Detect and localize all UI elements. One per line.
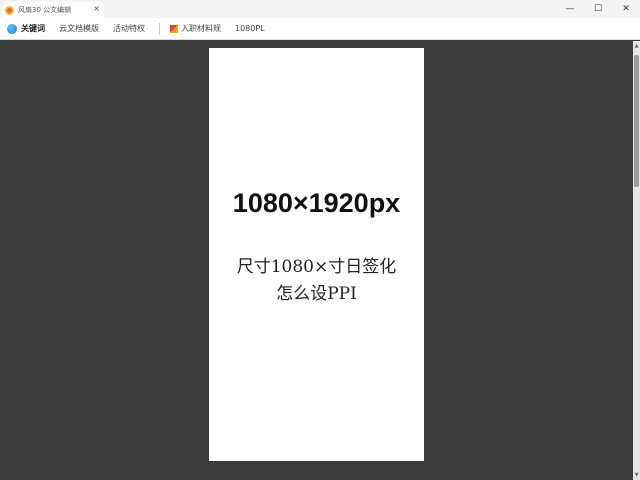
toolbar-divider xyxy=(159,22,160,35)
toolbar-item-1080[interactable]: 1080PL xyxy=(235,24,265,33)
minimize-icon[interactable]: — xyxy=(556,0,584,18)
subtitle-line-1: 尺寸1080×寸日签化 xyxy=(236,257,397,277)
page-subtitle: 尺寸1080×寸日签化 怎么设PPI xyxy=(209,254,424,308)
scroll-up-icon[interactable]: ▲ xyxy=(633,43,640,49)
page-title: 1080×1920px xyxy=(232,188,401,218)
tab-close-icon[interactable]: × xyxy=(93,4,100,13)
scroll-thumb[interactable] xyxy=(634,55,639,187)
document-page[interactable]: 1080×1920px 尺寸1080×寸日签化 怎么设PPI xyxy=(209,48,424,461)
toolbar-item-onboarding[interactable]: 入职材料规 xyxy=(181,23,221,34)
subtitle-line-2: 怎么设PPI xyxy=(276,284,357,304)
toolbar-item-templates[interactable]: 云文档模版 xyxy=(59,23,99,34)
scroll-down-icon[interactable]: ▼ xyxy=(633,472,640,478)
maximize-icon[interactable]: ☐ xyxy=(584,0,612,18)
tab-label: 风扇30 公文编辑 xyxy=(18,6,72,14)
document-tab[interactable]: 风扇30 公文编辑 × xyxy=(2,2,104,18)
app-logo-icon xyxy=(5,5,14,15)
vertical-scrollbar[interactable]: ▲ ▼ xyxy=(633,41,640,480)
toolbar-brand[interactable]: 关键词 xyxy=(21,23,45,34)
window-controls: — ☐ ✕ xyxy=(556,0,640,18)
title-bar: 风扇30 公文编辑 × — ☐ ✕ xyxy=(0,0,640,18)
toolbar-item-privileges[interactable]: 活动特权 xyxy=(113,23,145,34)
close-window-icon[interactable]: ✕ xyxy=(612,0,640,18)
app-icon xyxy=(7,23,17,34)
app-window: 风扇30 公文编辑 × — ☐ ✕ 关键词 云文档模版 活动特权 入职材料规 1… xyxy=(0,0,640,480)
flag-icon xyxy=(170,24,178,33)
toolbar: 关键词 云文档模版 活动特权 入职材料规 1080PL xyxy=(0,18,640,40)
